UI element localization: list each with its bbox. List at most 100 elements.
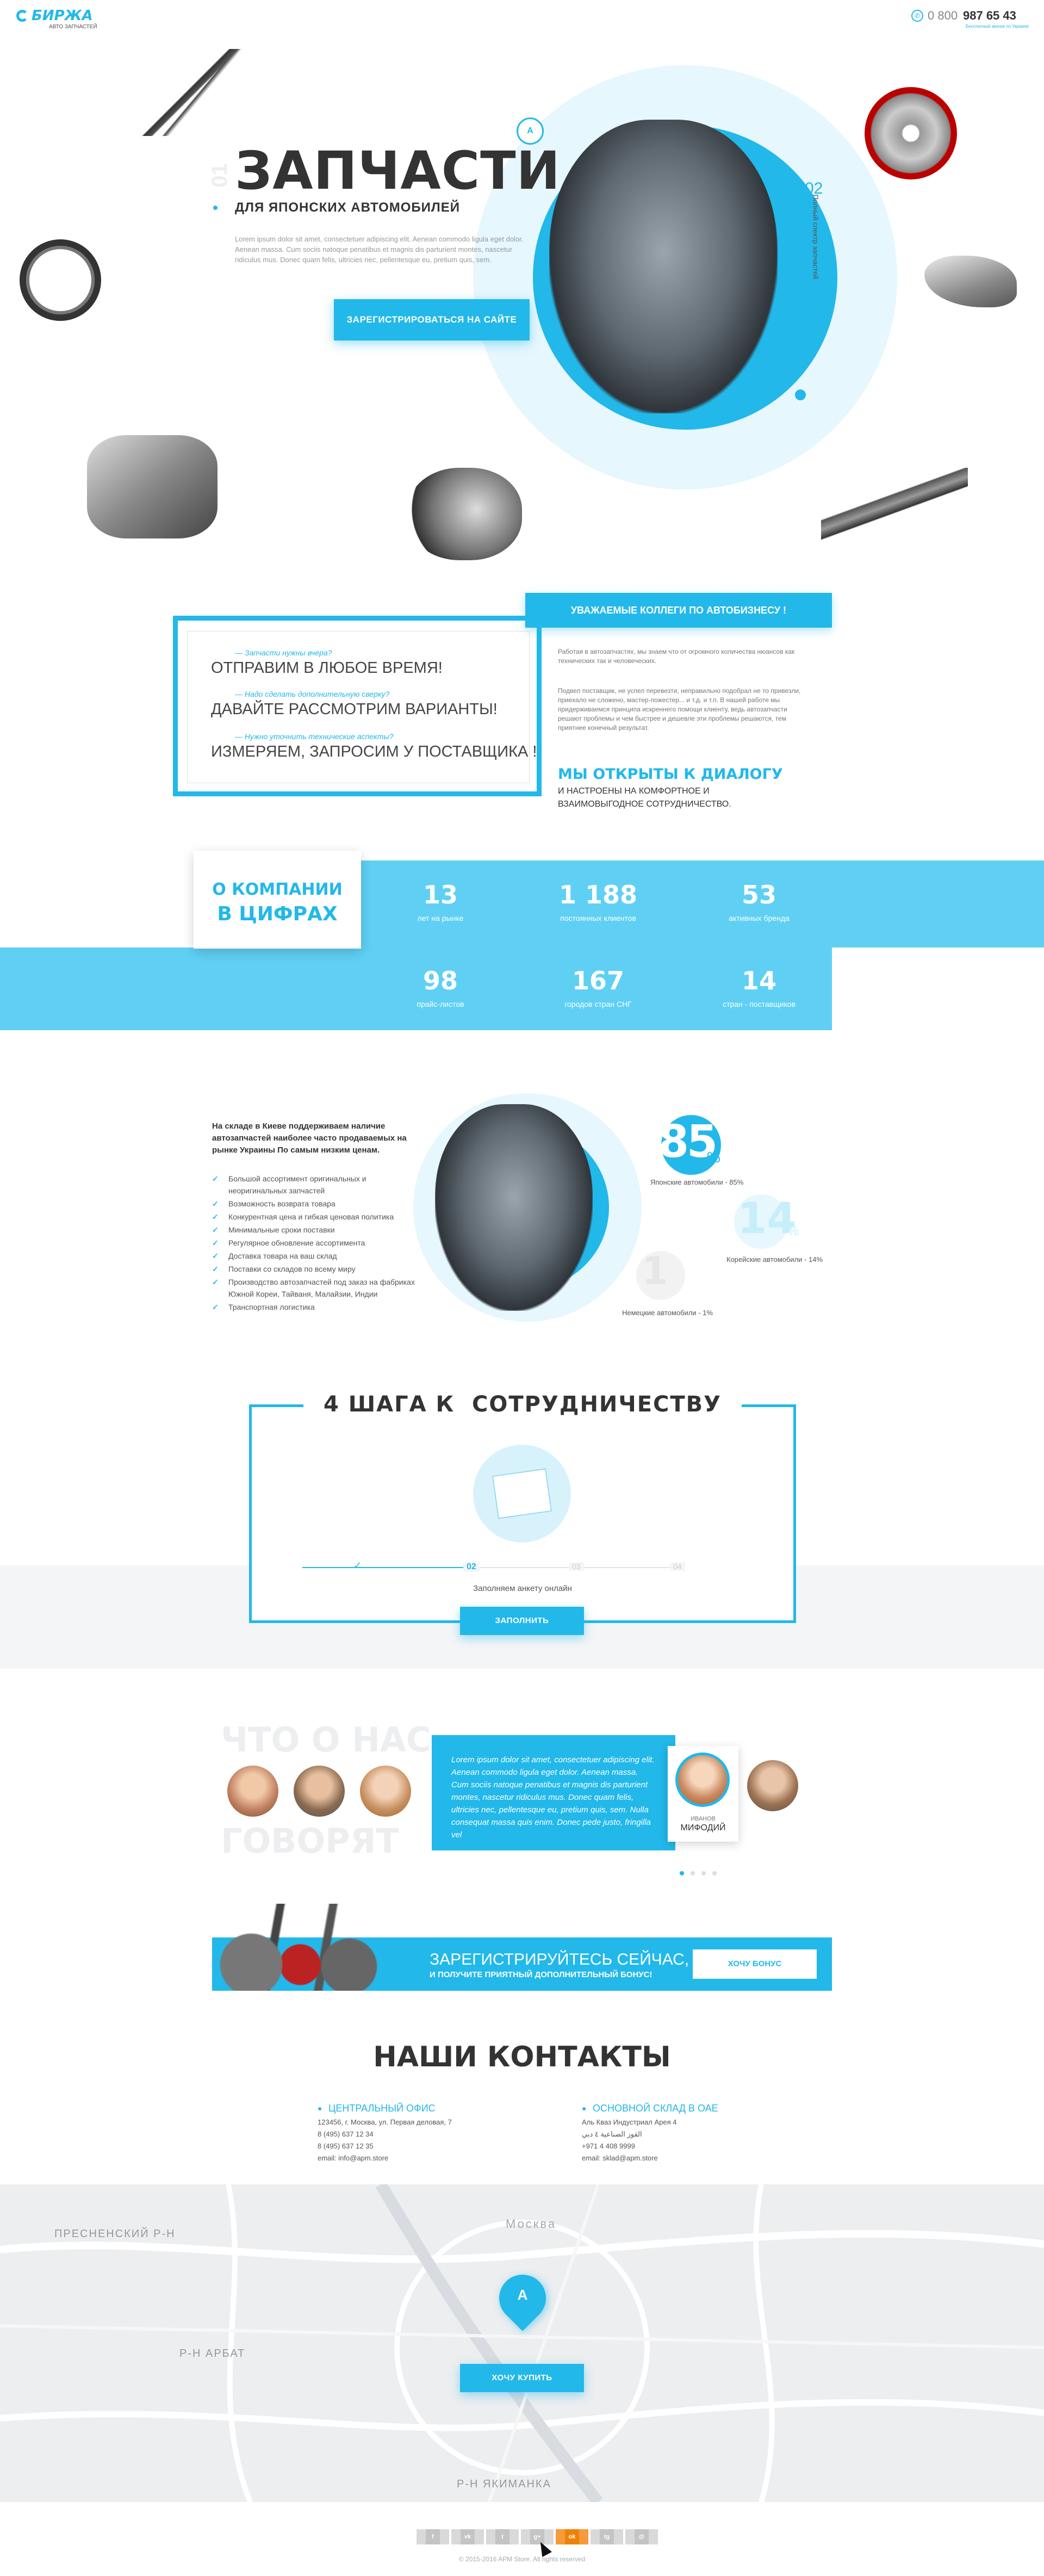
stock-intro: На складе в Киеве поддерживаем наличие а… xyxy=(212,1122,407,1155)
review-quote: Lorem ipsum dolor sit amet, consectetuer… xyxy=(451,1755,655,1840)
step-line-progress xyxy=(302,1567,471,1568)
step-4[interactable]: 04 xyxy=(670,1562,685,1571)
stat-number: 98 xyxy=(422,966,458,995)
bonus-line-2: И ПОЛУЧИТЕ ПРИЯТНЫЙ ДОПОЛНИТЕЛЬНЫЙ БОНУС… xyxy=(430,1970,652,1979)
stock-item: Минимальные сроки поставки xyxy=(212,1224,335,1236)
ok-share[interactable]: ok xyxy=(556,2529,588,2544)
reviewer-surname: ИВАНОВ xyxy=(690,1816,716,1822)
reviewer-avatar xyxy=(675,1753,730,1807)
warehouse-line: +971 4 408 9999 xyxy=(582,2142,635,2150)
steps-title: 4 ШАГА К СОТРУДНИЧЕСТВУ xyxy=(303,1389,742,1420)
copyright: © 2015-2016 APM Store. All rights reserv… xyxy=(458,2555,586,2563)
ok-icon: ok xyxy=(565,2529,579,2544)
office-line: 8 (495) 637 12 34 xyxy=(318,2130,374,2138)
email-icon: @ xyxy=(635,2529,649,2544)
stat-label: лет на рынке xyxy=(417,914,464,922)
warehouse-title: ОСНОВНОЙ СКЛАД В ОАЕ xyxy=(593,2103,718,2114)
register-button[interactable]: ЗАРЕГИСТРИРОВАТЬСЯ НА САЙТЕ xyxy=(334,299,530,340)
hero-dot xyxy=(795,389,806,400)
logo[interactable]: БИРЖА АВТО ЗАПЧАСТЕЙ xyxy=(16,8,114,30)
offer-q3: — Нужно уточнить технические аспекты? xyxy=(235,732,394,741)
twitter-icon: t xyxy=(495,2529,509,2544)
pct-korea-sign: % xyxy=(787,1224,799,1239)
logo-subtitle: АВТО ЗАПЧАСТЕЙ xyxy=(49,24,97,30)
avatar[interactable] xyxy=(747,1760,798,1811)
map-label: Р-Н АРБАТ xyxy=(179,2348,246,2360)
offer-q1: — Запчасти нужны вчера? xyxy=(235,648,332,657)
warehouse-line: Аль Кваз Индустриал Арея 4 xyxy=(582,2118,677,2126)
dot[interactable] xyxy=(691,1871,695,1875)
stock-engine-image xyxy=(435,1104,593,1311)
offer-banner: УВАЖАЕМЫЕ КОЛЛЕГИ ПО АВТОБИЗНЕСУ ! xyxy=(525,593,832,628)
review-dots[interactable] xyxy=(680,1871,734,1877)
hero-side-number: 01 xyxy=(207,163,232,188)
pct-germany-label: Немецкие автомобили - 1% xyxy=(622,1309,713,1317)
offer-a2: ДАВАЙТЕ РАССМОТРИМ ВАРИАНТЫ! xyxy=(211,701,498,718)
offer-headline: МЫ ОТКРЫТЫ К ДИАЛОГУ xyxy=(558,766,783,783)
offer-paragraph-2: Подвел поставщик, не успел перевезти, не… xyxy=(558,687,801,732)
avatar[interactable] xyxy=(360,1766,411,1817)
pin-icon: ● xyxy=(318,2104,322,2113)
stat-label: стран - поставщиков xyxy=(723,1000,796,1008)
stock-item: Доставка товара на ваш склад xyxy=(212,1250,337,1262)
about-label-1: О КОМПАНИИ xyxy=(212,880,343,899)
headlight-image xyxy=(924,256,1017,307)
phone-number: 987 65 43 xyxy=(963,9,1016,22)
offer-a3: ИЗМЕРЯЕМ, ЗАПРОСИМ У ПОСТАВЩИКА ! xyxy=(211,743,537,760)
step-2[interactable]: 02 xyxy=(463,1562,480,1572)
warehouse-line[interactable]: email: sklad@apm.store xyxy=(582,2154,658,2162)
header-phone[interactable]: ✆ 0 800 987 65 43 Бесплатный звонок по У… xyxy=(911,9,1031,30)
hero-slider-bullet xyxy=(213,206,217,210)
stat-number: 167 xyxy=(571,966,625,995)
email-share[interactable]: @ xyxy=(625,2529,658,2544)
telegram-icon: tg xyxy=(600,2529,614,2544)
contract-icon xyxy=(492,1468,552,1519)
phone-icon: ✆ xyxy=(911,10,923,22)
phone-note: Бесплатный звонок по Украине xyxy=(966,24,1029,29)
stock-item: Конкурентная цена и гибкая ценовая полит… xyxy=(212,1211,394,1223)
map-label: Москва xyxy=(506,2217,557,2231)
stock-item: Производство автозапчастей под заказ на … xyxy=(212,1276,415,1288)
brake-disc-image xyxy=(865,87,957,179)
hero-vertical-text: Полный спектр запчастей xyxy=(811,194,820,280)
map[interactable]: ПРЕСНЕНСКИЙ Р-Н Р-Н АРБАТ Москва Р-Н ЯКИ… xyxy=(0,2184,1044,2502)
dot[interactable] xyxy=(680,1871,684,1875)
pct-korea-label: Корейские автомобили - 14% xyxy=(726,1255,823,1264)
buy-button[interactable]: ХОЧУ КУПИТЬ xyxy=(460,2364,584,2392)
office-line: 123456, г. Москва, ул. Первая деловая, 7 xyxy=(318,2118,452,2126)
facebook-icon: f xyxy=(426,2529,440,2544)
step-3[interactable]: 03 xyxy=(569,1562,584,1571)
reviewer-name: МИФОДИЙ xyxy=(680,1823,726,1832)
facebook-share[interactable]: f xyxy=(417,2529,449,2544)
dot[interactable] xyxy=(701,1871,706,1875)
stat-label: прайс-листов xyxy=(417,1000,464,1008)
stat-label: активных бренда xyxy=(729,914,790,922)
twitter-share[interactable]: t xyxy=(486,2529,519,2544)
fill-button[interactable]: ЗАПОЛНИТЬ xyxy=(460,1607,584,1635)
dot[interactable] xyxy=(712,1871,717,1875)
office-line[interactable]: email: info@apm.store xyxy=(318,2154,388,2162)
logo-title: БИРЖА xyxy=(32,8,93,24)
step-caption: Заполняем анкету онлайн xyxy=(473,1584,572,1593)
avatar[interactable] xyxy=(227,1766,278,1817)
avatar[interactable] xyxy=(294,1766,345,1817)
contacts-title: НАШИ КОНТАКТЫ xyxy=(373,2041,671,2073)
reviews-title-1: ЧТО О НАС xyxy=(221,1720,431,1760)
vk-icon: vk xyxy=(461,2529,475,2544)
logo-icon xyxy=(16,10,28,22)
gplus-share[interactable]: g+ xyxy=(521,2529,554,2544)
pin-icon: ● xyxy=(582,2104,587,2113)
engine-image xyxy=(549,120,778,413)
telegram-share[interactable]: tg xyxy=(591,2529,623,2544)
offer-a1: ОТПРАВИМ В ЛЮБОЕ ВРЕМЯ! xyxy=(211,659,443,677)
about-label-2: В ЦИФРАХ xyxy=(217,903,338,925)
exhaust-image xyxy=(87,435,217,538)
map-label: Р-Н ЯКИМАНКА xyxy=(457,2478,551,2490)
phone-prefix: 0 800 xyxy=(928,9,958,22)
warehouse-line: القوز الصناعية ٤ دبي xyxy=(582,2130,642,2138)
wiper-blade-image xyxy=(140,49,249,136)
bonus-button[interactable]: ХОЧУ БОНУС xyxy=(693,1949,817,1979)
vk-share[interactable]: vk xyxy=(451,2529,484,2544)
hero-orbit xyxy=(783,179,788,348)
step-1[interactable]: ✓ xyxy=(353,1560,362,1571)
